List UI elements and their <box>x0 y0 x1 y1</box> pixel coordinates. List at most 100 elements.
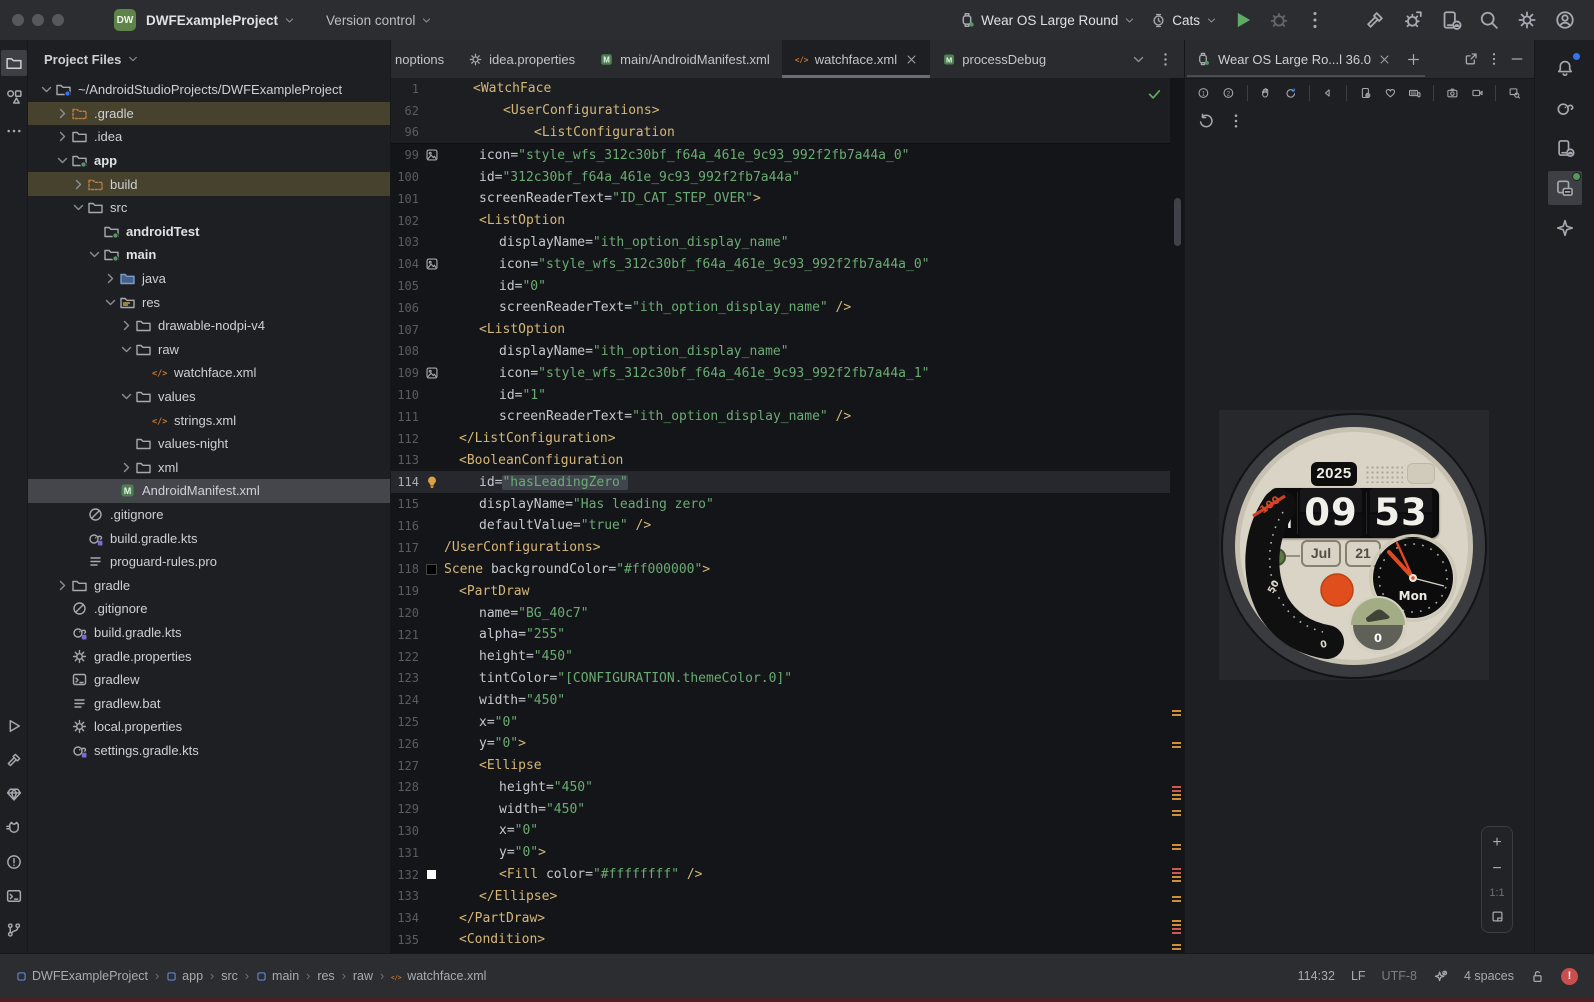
code-line-127[interactable]: 127<Ellipse <box>391 755 1170 777</box>
error-indicator[interactable]: ! <box>1561 968 1578 985</box>
indent-setting[interactable]: 4 spaces <box>1464 969 1514 983</box>
breadcrumb-raw[interactable]: raw <box>353 969 373 983</box>
more-vert-button[interactable] <box>1227 112 1245 130</box>
code-line-1[interactable]: 1<WatchFace <box>391 78 1170 100</box>
tool-button-problems[interactable] <box>1 849 27 875</box>
code-line-132[interactable]: 132<Fill color="#ffffffff" /> <box>391 864 1170 886</box>
code-line-103[interactable]: 103displayName="ith_option_display_name" <box>391 232 1170 254</box>
code-line-109[interactable]: 109icon="style_wfs_312c30bf_f64a_461e_9c… <box>391 362 1170 384</box>
tree-item-xml[interactable]: xml <box>28 456 390 480</box>
code-line-129[interactable]: 129width="450" <box>391 798 1170 820</box>
breadcrumb-main[interactable]: main <box>256 969 299 983</box>
zoom-fit-button[interactable] <box>1490 909 1505 924</box>
stripe-mark[interactable] <box>1172 794 1181 801</box>
stripe-mark[interactable] <box>1172 920 1181 927</box>
tab-options-icon[interactable] <box>1157 51 1174 68</box>
open-in-window-icon[interactable] <box>1463 51 1479 67</box>
editor-scrollbar[interactable] <box>1174 198 1181 246</box>
breadcrumb-src[interactable]: src <box>221 969 238 983</box>
tree-item-AndroidStudioProjectsDWFExampleProject[interactable]: ~/AndroidStudioProjects/DWFExampleProjec… <box>28 78 390 102</box>
code-line-101[interactable]: 101screenReaderText="ID_CAT_STEP_OVER"> <box>391 188 1170 210</box>
tool-button-logcat[interactable] <box>1 815 27 841</box>
close-device-tab-icon[interactable] <box>1378 53 1391 66</box>
tool-button-running-devices[interactable] <box>1548 171 1582 205</box>
video-button[interactable] <box>1471 84 1484 102</box>
code-line-133[interactable]: 133</Ellipse> <box>391 885 1170 907</box>
tool-button-more[interactable] <box>1 118 27 144</box>
code-line-116[interactable]: 116defaultValue="true" /> <box>391 515 1170 537</box>
code-line-110[interactable]: 110id="1" <box>391 384 1170 406</box>
inspections-ok-icon[interactable] <box>1147 86 1162 101</box>
code-line-122[interactable]: 122height="450" <box>391 646 1170 668</box>
error-stripe[interactable] <box>1170 78 1184 953</box>
two-button[interactable]: 2 <box>1222 84 1235 102</box>
tree-item-.gitignore[interactable]: .gitignore <box>28 597 390 621</box>
breadcrumb-res[interactable]: res <box>317 969 334 983</box>
device-manager-button[interactable] <box>1440 9 1462 31</box>
one-button[interactable]: 1 <box>1197 84 1210 102</box>
code-line-104[interactable]: 104icon="style_wfs_312c30bf_f64a_461e_9c… <box>391 253 1170 275</box>
zoom-in-button[interactable]: + <box>1492 835 1501 851</box>
keyboard-button[interactable] <box>1408 84 1421 102</box>
code-line-62[interactable]: 62<UserConfigurations> <box>391 100 1170 122</box>
code-line-135[interactable]: 135<Condition> <box>391 929 1170 951</box>
zoom-out-button[interactable]: − <box>1492 861 1501 877</box>
tool-button-gem[interactable] <box>1 781 27 807</box>
file-encoding[interactable]: UTF-8 <box>1382 969 1417 983</box>
tree-item-proguard-rules.pro[interactable]: proguard-rules.pro <box>28 550 390 574</box>
code-line-120[interactable]: 120name="BG_40c7" <box>391 602 1170 624</box>
tool-button-build[interactable] <box>1 747 27 773</box>
tree-item-res[interactable]: res <box>28 290 390 314</box>
tool-button-git[interactable] <box>1 917 27 943</box>
reset-button[interactable] <box>1197 112 1215 130</box>
code-line-102[interactable]: 102<ListOption <box>391 210 1170 232</box>
tree-item-main[interactable]: main <box>28 243 390 267</box>
maximize-window-button[interactable] <box>52 14 64 26</box>
add-device-tab-icon[interactable] <box>1406 52 1421 67</box>
camera-button[interactable] <box>1446 84 1459 102</box>
heart-button[interactable] <box>1384 84 1397 102</box>
run-button[interactable] <box>1232 9 1254 31</box>
tree-item-androidTest[interactable]: androidTest <box>28 220 390 244</box>
project-selector[interactable]: DWFExampleProject <box>146 13 296 28</box>
code-line-119[interactable]: 119<PartDraw <box>391 580 1170 602</box>
build-button[interactable] <box>1364 9 1386 31</box>
breadcrumb-app[interactable]: app <box>166 969 203 983</box>
profile-button[interactable] <box>1554 9 1576 31</box>
tree-item-app[interactable]: app <box>28 149 390 173</box>
tree-item-values[interactable]: values <box>28 385 390 409</box>
device-screen[interactable]: 2025 P M 09 53 Jul 21 100 50 0 <box>1219 410 1489 680</box>
code-line-99[interactable]: 99icon="style_wfs_312c30bf_f64a_461e_9c9… <box>391 144 1170 166</box>
screenshot-button[interactable] <box>1508 84 1521 102</box>
code-line-115[interactable]: 115displayName="Has leading zero" <box>391 493 1170 515</box>
rotate-button[interactable] <box>1284 84 1297 102</box>
zoom-ratio-button[interactable]: 1:1 <box>1489 887 1504 899</box>
tree-item-local.properties[interactable]: local.properties <box>28 715 390 739</box>
run-configuration-selector[interactable]: Cats <box>1150 12 1218 29</box>
tool-button-gradle[interactable] <box>1548 91 1582 125</box>
tree-item-strings.xml[interactable]: </>strings.xml <box>28 408 390 432</box>
code-line-108[interactable]: 108displayName="ith_option_display_name" <box>391 341 1170 363</box>
window-controls[interactable] <box>12 14 64 26</box>
code-line-117[interactable]: 117/UserConfigurations> <box>391 537 1170 559</box>
color-swatch-black[interactable] <box>426 564 437 575</box>
stripe-mark[interactable] <box>1172 896 1181 903</box>
code-line-131[interactable]: 131y="0"> <box>391 842 1170 864</box>
code-line-112[interactable]: 112</ListConfiguration> <box>391 428 1170 450</box>
code-line-123[interactable]: 123tintColor="[CONFIGURATION.themeColor.… <box>391 668 1170 690</box>
device-selector[interactable]: Wear OS Large Round <box>958 11 1136 29</box>
tool-button-terminal[interactable] <box>1 883 27 909</box>
minimize-window-button[interactable] <box>32 14 44 26</box>
search-button[interactable] <box>1478 9 1500 31</box>
profiler-button[interactable] <box>1402 9 1424 31</box>
hand-button[interactable] <box>1259 84 1272 102</box>
code-line-100[interactable]: 100id="312c30bf_f64a_461e_9c93_992f2fb7a… <box>391 166 1170 188</box>
vcs-menu[interactable]: Version control <box>326 13 433 28</box>
tool-button-project[interactable] <box>1 50 27 76</box>
tree-item-gradlew.bat[interactable]: gradlew.bat <box>28 691 390 715</box>
tree-item-values-night[interactable]: values-night <box>28 432 390 456</box>
tree-item-src[interactable]: src <box>28 196 390 220</box>
close-window-button[interactable] <box>12 14 24 26</box>
stripe-mark[interactable] <box>1172 944 1181 951</box>
tree-item-gradle.properties[interactable]: gradle.properties <box>28 644 390 668</box>
